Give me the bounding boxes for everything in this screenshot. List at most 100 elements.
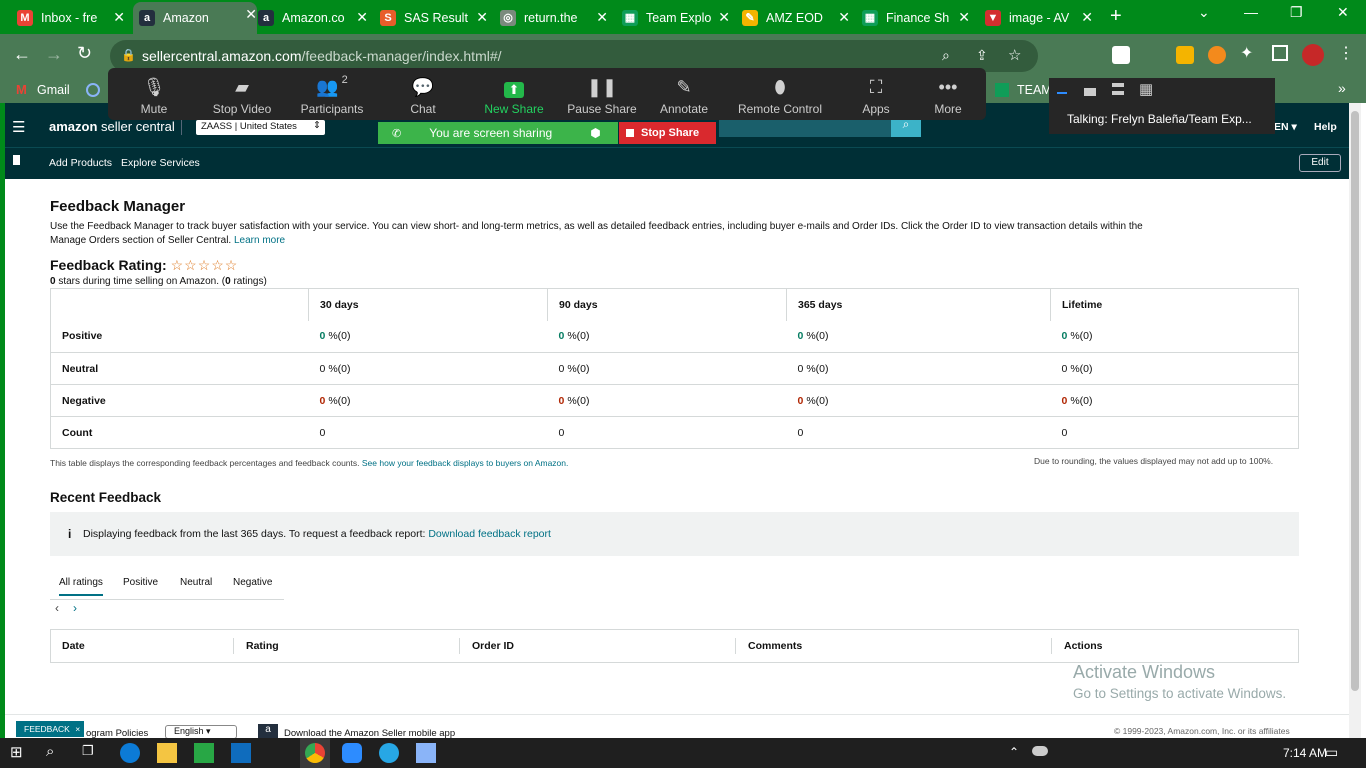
tab-search-icon[interactable]: ⌄: [1198, 4, 1210, 21]
learn-more-link[interactable]: Learn more: [234, 235, 285, 246]
zoom-mute-button[interactable]: 🎙 Mute: [109, 68, 199, 120]
close-tab-icon[interactable]: ✕: [838, 9, 850, 26]
search-input[interactable]: [719, 117, 905, 137]
close-tab-icon[interactable]: ✕: [596, 9, 608, 26]
see-feedback-display-link[interactable]: See how your feedback displays to buyers…: [362, 458, 568, 468]
share-icon[interactable]: ⇪: [976, 47, 988, 64]
edit-nav-button[interactable]: Edit: [1299, 154, 1341, 172]
filter-tab-neutral[interactable]: Neutral: [180, 577, 212, 588]
taskbar-clock[interactable]: 7:14 AM: [1283, 746, 1327, 760]
browser-tab[interactable]: a Amazon ✕: [133, 2, 257, 34]
browser-tab[interactable]: ◎ return.the ✕: [500, 5, 608, 30]
bookmark-star-icon[interactable]: ☆: [1008, 46, 1021, 64]
browser-tab[interactable]: ▼ image - AV ✕: [985, 5, 1093, 30]
notepad-icon[interactable]: [416, 743, 436, 763]
close-tab-icon[interactable]: ✕: [245, 6, 257, 23]
language-select[interactable]: English ▾: [165, 725, 237, 739]
back-icon[interactable]: ←: [13, 44, 31, 65]
chrome-icon[interactable]: [305, 743, 325, 763]
close-tab-icon[interactable]: ✕: [958, 9, 970, 26]
close-tab-icon[interactable]: ✕: [356, 9, 368, 26]
bookmark-gmail[interactable]: Gmail: [37, 83, 70, 97]
close-tab-icon[interactable]: ✕: [476, 9, 488, 26]
pen-icon: ✎: [676, 77, 692, 97]
nav-explore-services[interactable]: Explore Services: [121, 157, 200, 169]
browser-tab[interactable]: ▦ Team Explo ✕: [622, 5, 730, 30]
help-link[interactable]: Help: [1314, 121, 1337, 133]
minimize-view-icon[interactable]: [1057, 92, 1067, 94]
minimize-icon[interactable]: —: [1244, 4, 1258, 20]
restore-icon[interactable]: ❐: [1290, 4, 1303, 21]
zoom-chat-button[interactable]: 💬 Chat: [378, 68, 468, 120]
zoom-lens-icon[interactable]: ⌕: [942, 47, 950, 64]
feedback-button[interactable]: FEEDBACK ×: [16, 721, 84, 737]
forward-icon[interactable]: →: [45, 44, 63, 65]
onedrive-icon[interactable]: [1032, 746, 1048, 756]
side-panel-icon[interactable]: [1272, 45, 1288, 61]
browser-tab[interactable]: ✎ AMZ EOD ✕: [742, 5, 850, 30]
zoom-more-button[interactable]: ••• More: [903, 68, 993, 120]
close-tab-icon[interactable]: ✕: [718, 9, 730, 26]
col-header-rating: Rating: [246, 640, 279, 652]
zoom-stop-video-button[interactable]: ▰ Stop Video: [197, 68, 287, 120]
zoom-app-icon[interactable]: [342, 743, 362, 763]
store-icon[interactable]: [194, 743, 214, 763]
cell-value: 0: [558, 330, 565, 343]
notifications-icon[interactable]: ▭: [1325, 744, 1338, 761]
prev-page-icon[interactable]: ‹: [55, 601, 59, 615]
hamburger-menu-icon[interactable]: ☰: [12, 118, 25, 136]
speaker-view-icon[interactable]: [1084, 88, 1096, 96]
page-scrollbar[interactable]: [1349, 103, 1361, 738]
close-window-icon[interactable]: ✕: [1337, 4, 1349, 21]
browser-tab[interactable]: ▦ Finance Sh ✕: [862, 5, 970, 30]
bookmark-globe-icon[interactable]: [86, 83, 100, 97]
extension-orange-icon[interactable]: [1208, 46, 1226, 64]
new-tab-button[interactable]: +: [1110, 5, 1122, 28]
account-switcher[interactable]: ZAASS | United States ⇕: [196, 120, 325, 135]
gallery-strip-icon[interactable]: [1112, 83, 1124, 95]
grid-view-icon[interactable]: ▦: [1139, 80, 1153, 98]
more-bookmarks-icon[interactable]: »: [1338, 80, 1346, 96]
extension-scout-icon[interactable]: [1176, 46, 1194, 64]
extension-icon[interactable]: [1112, 46, 1130, 64]
close-tab-icon[interactable]: ✕: [1081, 9, 1093, 26]
browser-tab[interactable]: M Inbox - fre ✕: [17, 5, 125, 30]
zoom-pause-share-button[interactable]: ❚❚ Pause Share: [557, 68, 647, 120]
close-tab-icon[interactable]: ✕: [113, 9, 125, 26]
next-page-icon[interactable]: ›: [73, 601, 77, 615]
avatar[interactable]: [1302, 44, 1324, 66]
extensions-puzzle-icon[interactable]: ✦: [1240, 43, 1253, 63]
bookmark-flag-icon[interactable]: [13, 155, 20, 165]
reload-icon[interactable]: ↻: [77, 43, 92, 64]
language-selector[interactable]: EN ▾: [1274, 121, 1297, 133]
browser-tab[interactable]: a Amazon.co ✕: [258, 5, 368, 30]
amazon-logo[interactable]: amazon seller central: [49, 119, 175, 134]
windows-start-icon[interactable]: ⊞: [10, 743, 30, 763]
column-divider: [1051, 638, 1052, 654]
system-tray-chevron-icon[interactable]: ⌃: [1009, 745, 1019, 759]
bookmark-team[interactable]: TEAM: [1017, 83, 1052, 97]
av-icon: ▼: [985, 9, 1001, 26]
mail-icon[interactable]: [231, 743, 251, 763]
filter-tab-all-ratings[interactable]: All ratings: [59, 577, 103, 596]
browser-menu-icon[interactable]: ⋮: [1338, 43, 1354, 63]
zoom-annotate-button[interactable]: ✎ Annotate: [639, 68, 729, 120]
zoom-new-share-button[interactable]: ⬆ New Share: [469, 68, 559, 120]
stop-share-button[interactable]: Stop Share: [619, 122, 716, 144]
share-screen-icon: ⬆: [503, 82, 525, 98]
filter-tab-negative[interactable]: Negative: [233, 577, 272, 588]
zoom-remote-control-button[interactable]: ⬮ Remote Control: [735, 68, 825, 120]
download-feedback-report-link[interactable]: Download feedback report: [428, 528, 551, 540]
filter-tab-positive[interactable]: Positive: [123, 577, 158, 588]
browser-tab-strip: M Inbox - fre ✕ a Amazon ✕ a Amazon.co ✕ S SAS Res…: [0, 0, 1366, 34]
file-explorer-icon[interactable]: [157, 743, 177, 763]
search-taskbar-icon[interactable]: ⌕: [46, 743, 66, 763]
search-icon[interactable]: ⌕: [891, 117, 921, 137]
zoom-participants-button[interactable]: 👥 2 Participants: [287, 68, 377, 120]
telegram-icon[interactable]: [379, 743, 399, 763]
nav-add-products[interactable]: Add Products: [49, 157, 112, 169]
info-alert: i Displaying feedback from the last 365 …: [50, 512, 1299, 556]
browser-tab[interactable]: S SAS Result ✕: [380, 5, 488, 30]
edge-icon[interactable]: [120, 743, 140, 763]
task-view-icon[interactable]: ❐: [82, 743, 102, 763]
